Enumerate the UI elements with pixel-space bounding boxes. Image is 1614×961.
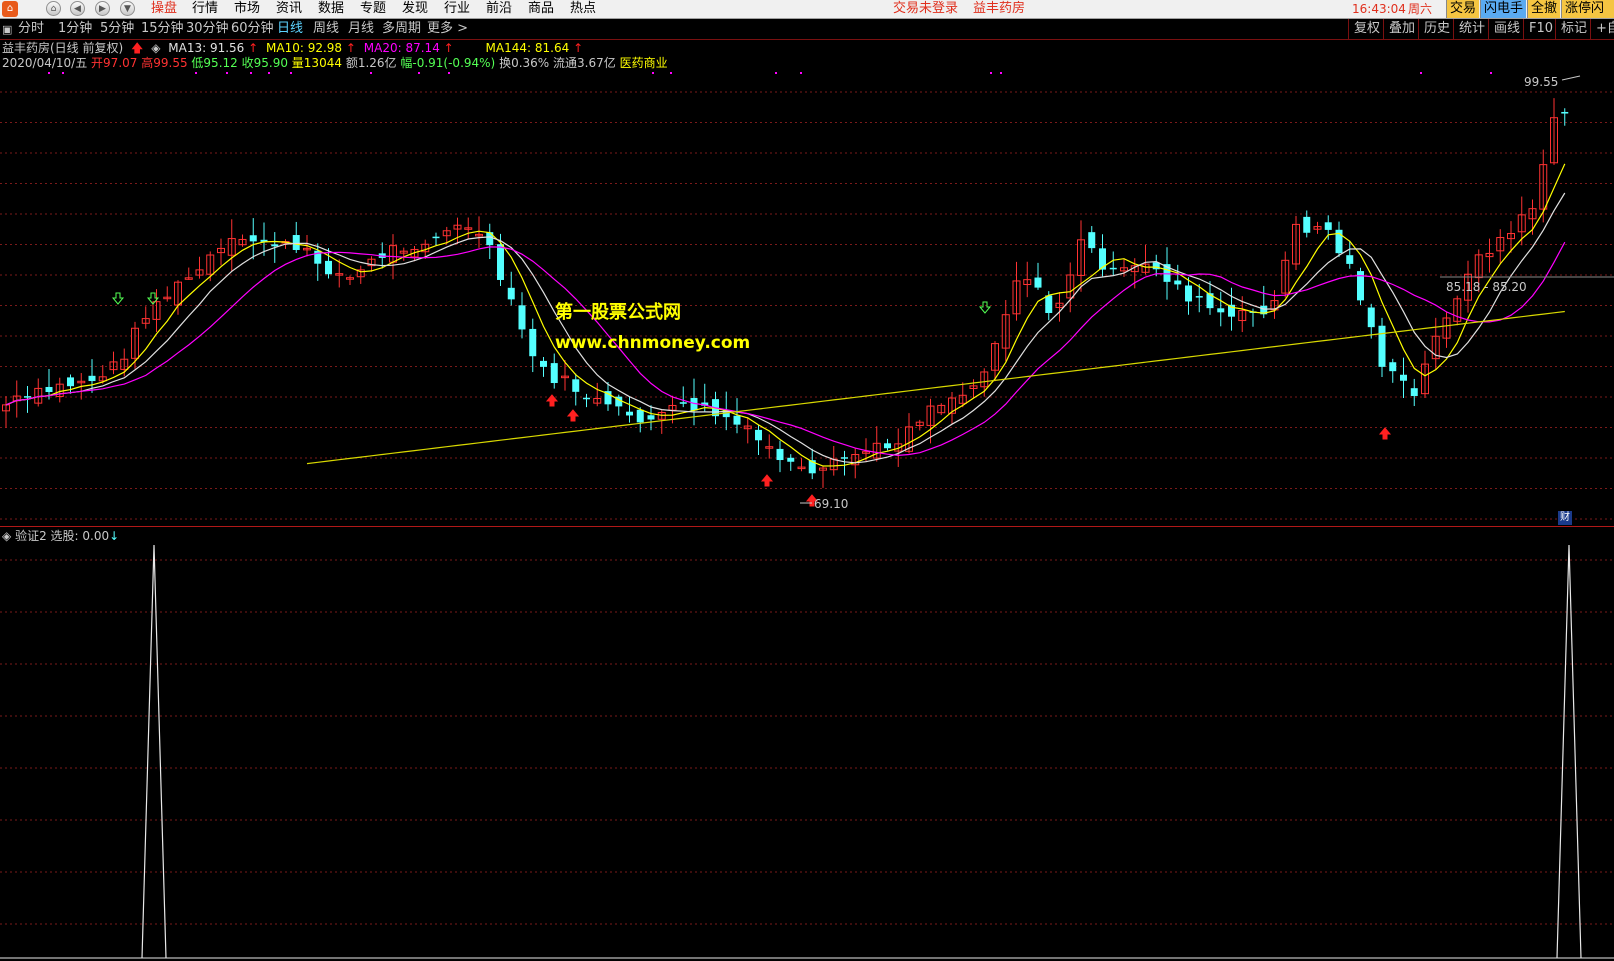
candle-body-down bbox=[647, 415, 655, 420]
candle-body-down bbox=[1045, 295, 1053, 314]
candle-body-down bbox=[1217, 308, 1225, 313]
marker-dot bbox=[652, 72, 654, 74]
ma10-line bbox=[5, 163, 1566, 467]
indicator-spike bbox=[1556, 544, 1582, 959]
candle-body-down bbox=[1410, 388, 1418, 397]
candle-body-down bbox=[733, 415, 741, 425]
candle-body-down bbox=[45, 386, 53, 393]
marker-dot bbox=[990, 72, 992, 74]
panel-separator[interactable] bbox=[0, 526, 1614, 527]
candle-body-down bbox=[292, 235, 300, 250]
candle-body-down bbox=[1034, 277, 1042, 288]
marker-dot bbox=[62, 72, 64, 74]
candle-body-down bbox=[529, 328, 537, 357]
candle-body-down bbox=[776, 448, 784, 461]
candle-body-down bbox=[1099, 248, 1106, 270]
candle-body-down bbox=[88, 375, 96, 382]
candle-body-down bbox=[626, 411, 633, 416]
candle-body-down bbox=[1185, 285, 1192, 302]
marker-dot bbox=[800, 72, 802, 74]
marker-dot bbox=[226, 72, 228, 74]
indicator-settings-icon[interactable]: ◈ bbox=[2, 529, 11, 543]
candle-body-down bbox=[507, 287, 515, 300]
low-price-label: 69.10 bbox=[814, 497, 849, 511]
finance-badge[interactable]: 财 bbox=[1558, 511, 1572, 525]
ma144-line bbox=[306, 310, 1565, 465]
marker-dot bbox=[195, 72, 197, 74]
candle-body-down bbox=[67, 377, 74, 387]
marker-dot bbox=[448, 72, 450, 74]
indicator-spike bbox=[141, 544, 167, 959]
candle-body-down bbox=[1195, 296, 1203, 298]
high-pointer bbox=[1561, 75, 1581, 81]
candle-body-down bbox=[572, 379, 580, 392]
candle-body-down bbox=[679, 402, 687, 404]
candle-body-down bbox=[1346, 255, 1354, 264]
candle-body-down bbox=[636, 409, 644, 423]
candle-body-down bbox=[249, 235, 257, 242]
indicator-field: 选股: 0.00 bbox=[50, 529, 110, 543]
candle-body-down bbox=[1088, 232, 1096, 249]
sell-signal-arrow-icon bbox=[978, 301, 992, 314]
buy-signal-arrow-icon bbox=[1378, 427, 1392, 440]
watermark-title: 第一股票公式网 bbox=[555, 302, 681, 323]
candle-body-down bbox=[1324, 222, 1332, 230]
high-price-label: 99.55 bbox=[1524, 75, 1559, 89]
candle-body-down bbox=[787, 457, 795, 462]
buy-signal-arrow-icon bbox=[760, 474, 774, 487]
marker-dot bbox=[775, 72, 777, 74]
marker-dot bbox=[250, 72, 252, 74]
buy-signal-arrow-icon bbox=[566, 409, 580, 422]
marker-dot bbox=[48, 72, 50, 74]
marker-dot bbox=[418, 72, 420, 74]
candle-body-down bbox=[1400, 374, 1407, 381]
marker-dot bbox=[1000, 72, 1002, 74]
candle-body-down bbox=[1561, 111, 1569, 114]
marker-dot bbox=[670, 72, 672, 74]
candle-body-down bbox=[1174, 280, 1182, 285]
candle-body-down bbox=[24, 396, 31, 398]
candle-body-down bbox=[583, 397, 590, 400]
candle-body-down bbox=[271, 244, 279, 247]
range-label: 85.18 - 85.20 bbox=[1446, 280, 1527, 294]
indicator-title: ◈ 验证2 选股: 0.00↓ bbox=[2, 529, 119, 543]
marker-dot bbox=[370, 72, 372, 74]
watermark-url: www.chnmoney.com bbox=[555, 333, 751, 353]
candle-body-down bbox=[1367, 307, 1375, 328]
candle-body-down bbox=[432, 236, 440, 239]
candle-body-down bbox=[755, 429, 762, 441]
candle-body-down bbox=[1389, 362, 1397, 372]
candle-body-down bbox=[841, 457, 848, 459]
kline-chart[interactable] bbox=[0, 0, 1614, 961]
marker-dot bbox=[290, 72, 292, 74]
ma20-line bbox=[5, 241, 1566, 457]
candle-body-down bbox=[518, 305, 526, 330]
candle-body-down bbox=[550, 363, 558, 384]
candle-body-down bbox=[497, 244, 504, 280]
marker-dot bbox=[268, 72, 270, 74]
candle-body-down bbox=[1109, 267, 1117, 270]
ma13-line bbox=[5, 192, 1566, 464]
down-arrow-icon: ↓ bbox=[109, 529, 120, 543]
indicator-name[interactable]: 验证2 bbox=[15, 529, 47, 543]
candle-body-down bbox=[884, 443, 891, 449]
sell-signal-arrow-icon bbox=[111, 292, 125, 305]
marker-dot bbox=[1420, 72, 1422, 74]
candle-body-down bbox=[325, 260, 332, 275]
candle-body-down bbox=[1378, 325, 1386, 367]
candle-body-down bbox=[1303, 216, 1311, 233]
marker-dot bbox=[1490, 72, 1492, 74]
candle-body-down bbox=[540, 360, 547, 367]
